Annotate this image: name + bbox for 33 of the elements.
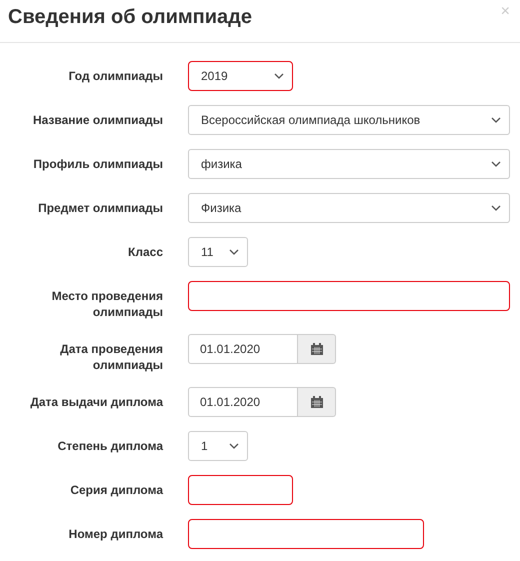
field-label: Серия диплома — [69, 482, 163, 498]
chevron-icon — [491, 205, 501, 211]
field-label: Профиль олимпиады — [32, 156, 163, 172]
field-label: Место проведения олимпиады — [50, 288, 163, 320]
date-field[interactable]: 01.01.2020 — [188, 334, 298, 364]
dialog-title: Сведения об олимпиаде — [8, 5, 252, 30]
chevron-icon — [229, 249, 239, 255]
calendar-icon — [310, 343, 322, 355]
input-field[interactable] — [188, 281, 510, 311]
select-field[interactable]: 1 — [188, 431, 248, 461]
chevron-icon — [229, 443, 239, 449]
chevron-icon — [491, 161, 501, 167]
field-label: Год олимпиады — [68, 68, 163, 84]
select-field[interactable]: 2019 — [188, 61, 293, 91]
select-field[interactable]: физика — [188, 149, 510, 179]
input-field[interactable] — [188, 519, 424, 549]
chevron-icon — [491, 117, 501, 123]
calendar-icon — [310, 396, 322, 408]
input-field[interactable] — [188, 475, 293, 505]
calendar-button[interactable] — [298, 334, 336, 364]
field-label: Дата проведения олимпиады — [59, 341, 163, 373]
field-label: Номер диплома — [68, 526, 163, 542]
field-label: Дата выдачи диплома — [29, 394, 163, 410]
calendar-button[interactable] — [298, 387, 336, 417]
select-field[interactable]: Физика — [188, 193, 510, 223]
field-label: Название олимпиады — [32, 112, 163, 128]
field-label: Предмет олимпиады — [37, 200, 163, 216]
select-field[interactable]: 11 — [188, 237, 248, 267]
select-field[interactable]: Всероссийская олимпиада школьников — [188, 105, 510, 135]
field-label: Степень диплома — [56, 438, 163, 454]
field-label: Класс — [127, 244, 163, 260]
date-field[interactable]: 01.01.2020 — [188, 387, 298, 417]
chevron-icon — [274, 73, 284, 79]
